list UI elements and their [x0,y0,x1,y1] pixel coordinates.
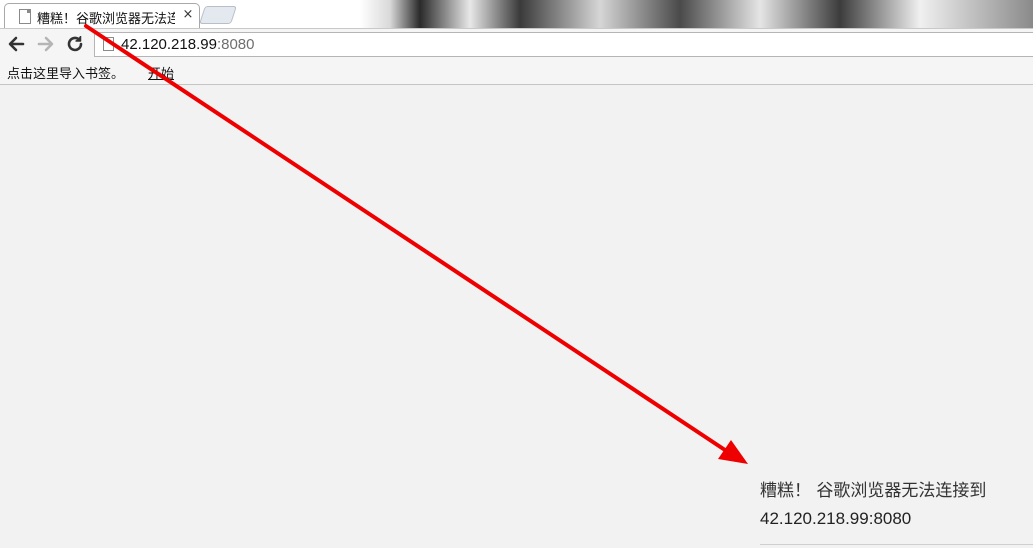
close-icon[interactable]: × [181,6,195,24]
address-url: 42.120.218.99:8080 [121,35,254,55]
bookmarks-start-link[interactable]: 开始 [148,63,174,82]
tab-active[interactable]: 糟糕！谷歌浏览器无法连接到 × [4,3,200,28]
address-bar[interactable]: 42.120.218.99:8080 [94,32,1033,57]
forward-arrow-icon[interactable] [34,32,58,56]
toolbar: 42.120.218.99:8080 [0,28,1033,60]
bookmarks-bar: 点击这里导入书签。 开始 [0,60,1033,85]
new-tab-button[interactable] [199,6,237,24]
divider [760,544,1033,548]
page-content: 糟糕！ 谷歌浏览器无法连接到 42.120.218.99:8080 [0,86,1033,548]
error-url: 42.120.218.99:8080 [760,509,912,528]
back-arrow-icon[interactable] [4,32,28,56]
reload-icon[interactable] [63,32,87,56]
page-icon [19,9,31,24]
tab-title: 糟糕！谷歌浏览器无法连接到 [37,12,175,26]
url-port: :8080 [216,36,255,53]
error-title: 糟糕！ 谷歌浏览器无法连接到 [760,481,987,501]
url-host: 42.120.218.99 [121,36,217,53]
page-icon [103,37,114,51]
tab-strip: 糟糕！谷歌浏览器无法连接到 × [0,0,1033,28]
bookmarks-import-hint: 点击这里导入书签。 [7,67,125,82]
